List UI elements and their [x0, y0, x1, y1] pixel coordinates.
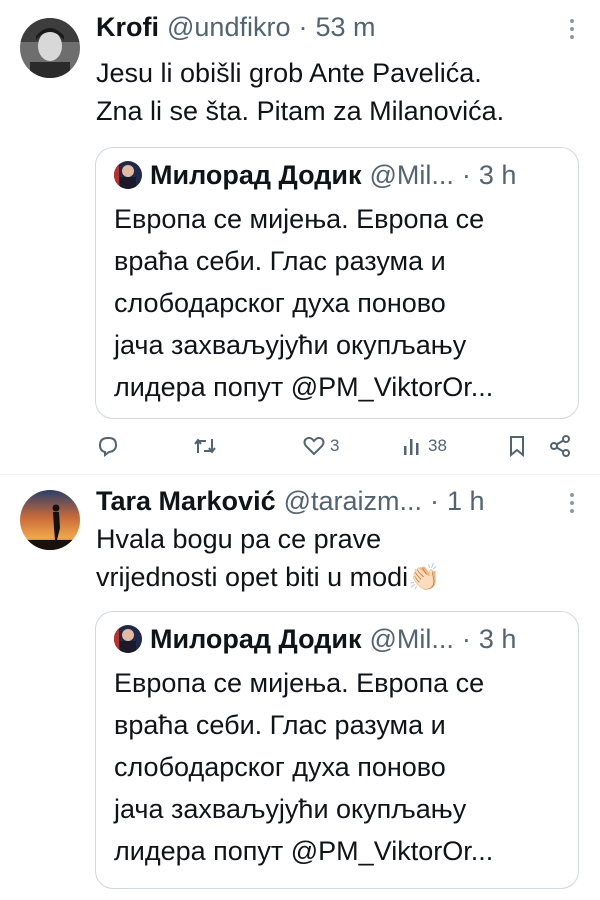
heart-icon — [303, 436, 325, 456]
separator: · — [461, 159, 471, 190]
quoted-text-line: лидера попут @PM_ViktorOr... — [114, 372, 494, 402]
timestamp[interactable]: 53 m — [315, 12, 375, 43]
quoted-text-line: јача захваљујући окупљању — [114, 330, 467, 360]
display-name[interactable]: Tara Marković — [96, 486, 276, 517]
quoted-text-line: Европа се мијења. Европа се — [114, 668, 485, 698]
retweet-button[interactable] — [192, 431, 218, 461]
tweet[interactable]: Krofi @undfikro · 53 m Jesu li obišli gr… — [0, 0, 600, 470]
tweet-text-line: Hvala bogu pa ce prave — [96, 524, 382, 554]
quoted-text-line: Европа се мијења. Европа се — [114, 204, 485, 234]
quoted-text-line: јача захваљујући окупљању — [114, 794, 467, 824]
quoted-tweet-header: Милорад Додик @Mil... · 3 h — [114, 158, 562, 192]
tweet-text: Jesu li obišli grob Ante Pavelića. Zna l… — [96, 54, 584, 130]
handle[interactable]: @taraizm... — [284, 486, 422, 517]
separator: · — [430, 485, 440, 516]
tweet-text-line: vrijednosti opet biti u modi👏🏻 — [96, 558, 584, 596]
more-icon[interactable] — [568, 488, 576, 518]
tweet-header: Krofi @undfikro · 53 m — [96, 10, 540, 44]
tweet-header: Tara Marković @taraizm... · 1 h — [96, 484, 540, 518]
quoted-text-line: лидера попут @PM_ViktorOr... — [114, 836, 494, 866]
display-name: Милорад Додик — [150, 159, 362, 190]
tweet-text-line: Zna li se šta. Pitam za Milanovića. — [96, 96, 505, 126]
reply-icon — [98, 437, 118, 457]
tweet[interactable]: Tara Marković @taraizm... · 1 h Hvala bo… — [0, 476, 600, 900]
separator: · — [298, 11, 308, 42]
views-count: 38 — [428, 436, 447, 455]
bookmark-icon — [510, 436, 524, 458]
bookmark-button[interactable] — [506, 431, 528, 461]
quoted-text-line: слободарског духа поново — [114, 288, 446, 318]
share-button[interactable] — [548, 431, 572, 461]
reply-button[interactable] — [96, 431, 120, 461]
tweet-text-fragment: vrijednosti opet biti u modi — [96, 562, 409, 592]
timestamp[interactable]: 1 h — [447, 486, 485, 517]
quoted-text-line: слободарског духа поново — [114, 752, 446, 782]
tweet-text: Hvala bogu pa ce prave vrijednosti opet … — [96, 520, 584, 596]
display-name: Милорад Додик — [150, 623, 362, 654]
action-bar: 3 38 — [96, 431, 580, 461]
avatar — [114, 625, 142, 653]
avatar — [114, 161, 142, 189]
handle: @Mil... — [369, 159, 454, 190]
retweet-icon — [194, 438, 216, 454]
handle: @Mil... — [369, 623, 454, 654]
like-button[interactable]: 3 — [302, 431, 339, 461]
quoted-tweet[interactable]: Милорад Додик @Mil... · 3 h Европа се ми… — [95, 147, 579, 419]
handle[interactable]: @undfikro — [167, 12, 290, 43]
divider — [0, 474, 600, 475]
separator: · — [461, 623, 471, 654]
timestamp: 3 h — [478, 623, 517, 654]
more-icon[interactable] — [568, 14, 576, 44]
quoted-tweet-text: Европа се мијења. Европа се враћа себи. … — [114, 662, 564, 872]
quoted-text-line: враћа себи. Глас разума и — [114, 246, 446, 276]
share-icon — [550, 435, 570, 457]
quoted-tweet-text: Европа се мијења. Европа се враћа себи. … — [114, 198, 564, 408]
avatar[interactable] — [20, 490, 80, 550]
views-icon — [404, 439, 419, 455]
tweet-text-line: Jesu li obišli grob Ante Pavelića. — [96, 58, 482, 88]
display-name[interactable]: Krofi — [96, 12, 159, 43]
timestamp: 3 h — [478, 159, 517, 190]
quoted-text-line: враћа себи. Глас разума и — [114, 710, 446, 740]
quoted-tweet-header: Милорад Додик @Mil... · 3 h — [114, 622, 562, 656]
like-count: 3 — [330, 436, 340, 455]
avatar[interactable] — [20, 18, 80, 78]
quoted-tweet[interactable]: Милорад Додик @Mil... · 3 h Европа се ми… — [95, 611, 579, 889]
clapping-hands-emoji: 👏🏻 — [408, 562, 441, 592]
views-button[interactable]: 38 — [402, 431, 447, 461]
